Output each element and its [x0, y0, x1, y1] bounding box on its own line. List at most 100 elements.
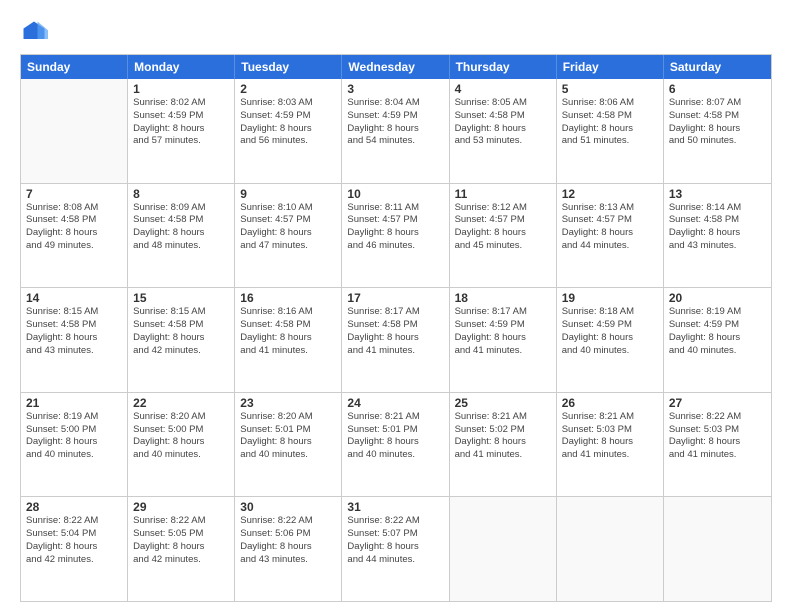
cal-cell: 12Sunrise: 8:13 AM Sunset: 4:57 PM Dayli… — [557, 184, 664, 288]
day-number: 26 — [562, 396, 658, 410]
cal-cell: 4Sunrise: 8:05 AM Sunset: 4:58 PM Daylig… — [450, 79, 557, 183]
cal-cell: 17Sunrise: 8:17 AM Sunset: 4:58 PM Dayli… — [342, 288, 449, 392]
day-info: Sunrise: 8:22 AM Sunset: 5:05 PM Dayligh… — [133, 515, 229, 566]
day-number: 11 — [455, 187, 551, 201]
day-info: Sunrise: 8:20 AM Sunset: 5:01 PM Dayligh… — [240, 411, 336, 462]
day-info: Sunrise: 8:17 AM Sunset: 4:59 PM Dayligh… — [455, 306, 551, 357]
day-number: 20 — [669, 291, 766, 305]
cal-cell: 6Sunrise: 8:07 AM Sunset: 4:58 PM Daylig… — [664, 79, 771, 183]
calendar-body: 1Sunrise: 8:02 AM Sunset: 4:59 PM Daylig… — [21, 79, 771, 601]
day-number: 21 — [26, 396, 122, 410]
day-number: 12 — [562, 187, 658, 201]
header — [20, 18, 772, 46]
cal-cell: 9Sunrise: 8:10 AM Sunset: 4:57 PM Daylig… — [235, 184, 342, 288]
cal-cell — [450, 497, 557, 601]
calendar: SundayMondayTuesdayWednesdayThursdayFrid… — [20, 54, 772, 602]
day-info: Sunrise: 8:20 AM Sunset: 5:00 PM Dayligh… — [133, 411, 229, 462]
cal-cell — [21, 79, 128, 183]
day-number: 22 — [133, 396, 229, 410]
day-number: 5 — [562, 82, 658, 96]
day-number: 29 — [133, 500, 229, 514]
day-number: 6 — [669, 82, 766, 96]
header-day-monday: Monday — [128, 55, 235, 79]
day-info: Sunrise: 8:18 AM Sunset: 4:59 PM Dayligh… — [562, 306, 658, 357]
day-info: Sunrise: 8:22 AM Sunset: 5:04 PM Dayligh… — [26, 515, 122, 566]
calendar-row-4: 21Sunrise: 8:19 AM Sunset: 5:00 PM Dayli… — [21, 392, 771, 497]
cal-cell: 3Sunrise: 8:04 AM Sunset: 4:59 PM Daylig… — [342, 79, 449, 183]
cal-cell — [557, 497, 664, 601]
day-number: 15 — [133, 291, 229, 305]
day-info: Sunrise: 8:12 AM Sunset: 4:57 PM Dayligh… — [455, 202, 551, 253]
day-info: Sunrise: 8:15 AM Sunset: 4:58 PM Dayligh… — [133, 306, 229, 357]
day-number: 14 — [26, 291, 122, 305]
day-info: Sunrise: 8:06 AM Sunset: 4:58 PM Dayligh… — [562, 97, 658, 148]
cal-cell: 19Sunrise: 8:18 AM Sunset: 4:59 PM Dayli… — [557, 288, 664, 392]
header-day-tuesday: Tuesday — [235, 55, 342, 79]
calendar-row-5: 28Sunrise: 8:22 AM Sunset: 5:04 PM Dayli… — [21, 496, 771, 601]
day-info: Sunrise: 8:11 AM Sunset: 4:57 PM Dayligh… — [347, 202, 443, 253]
cal-cell: 25Sunrise: 8:21 AM Sunset: 5:02 PM Dayli… — [450, 393, 557, 497]
day-number: 23 — [240, 396, 336, 410]
cal-cell: 26Sunrise: 8:21 AM Sunset: 5:03 PM Dayli… — [557, 393, 664, 497]
day-number: 7 — [26, 187, 122, 201]
day-number: 17 — [347, 291, 443, 305]
day-info: Sunrise: 8:14 AM Sunset: 4:58 PM Dayligh… — [669, 202, 766, 253]
day-info: Sunrise: 8:07 AM Sunset: 4:58 PM Dayligh… — [669, 97, 766, 148]
day-number: 1 — [133, 82, 229, 96]
day-info: Sunrise: 8:05 AM Sunset: 4:58 PM Dayligh… — [455, 97, 551, 148]
day-info: Sunrise: 8:22 AM Sunset: 5:07 PM Dayligh… — [347, 515, 443, 566]
cal-cell: 24Sunrise: 8:21 AM Sunset: 5:01 PM Dayli… — [342, 393, 449, 497]
cal-cell: 21Sunrise: 8:19 AM Sunset: 5:00 PM Dayli… — [21, 393, 128, 497]
cal-cell: 28Sunrise: 8:22 AM Sunset: 5:04 PM Dayli… — [21, 497, 128, 601]
cal-cell: 7Sunrise: 8:08 AM Sunset: 4:58 PM Daylig… — [21, 184, 128, 288]
calendar-row-2: 7Sunrise: 8:08 AM Sunset: 4:58 PM Daylig… — [21, 183, 771, 288]
cal-cell: 15Sunrise: 8:15 AM Sunset: 4:58 PM Dayli… — [128, 288, 235, 392]
day-number: 9 — [240, 187, 336, 201]
day-info: Sunrise: 8:16 AM Sunset: 4:58 PM Dayligh… — [240, 306, 336, 357]
day-info: Sunrise: 8:08 AM Sunset: 4:58 PM Dayligh… — [26, 202, 122, 253]
day-number: 28 — [26, 500, 122, 514]
logo-icon — [20, 18, 48, 46]
day-info: Sunrise: 8:21 AM Sunset: 5:01 PM Dayligh… — [347, 411, 443, 462]
cal-cell: 16Sunrise: 8:16 AM Sunset: 4:58 PM Dayli… — [235, 288, 342, 392]
day-number: 2 — [240, 82, 336, 96]
day-info: Sunrise: 8:17 AM Sunset: 4:58 PM Dayligh… — [347, 306, 443, 357]
day-number: 13 — [669, 187, 766, 201]
header-day-sunday: Sunday — [21, 55, 128, 79]
cal-cell: 27Sunrise: 8:22 AM Sunset: 5:03 PM Dayli… — [664, 393, 771, 497]
day-number: 27 — [669, 396, 766, 410]
calendar-row-1: 1Sunrise: 8:02 AM Sunset: 4:59 PM Daylig… — [21, 79, 771, 183]
cal-cell: 18Sunrise: 8:17 AM Sunset: 4:59 PM Dayli… — [450, 288, 557, 392]
cal-cell: 5Sunrise: 8:06 AM Sunset: 4:58 PM Daylig… — [557, 79, 664, 183]
cal-cell — [664, 497, 771, 601]
day-info: Sunrise: 8:22 AM Sunset: 5:06 PM Dayligh… — [240, 515, 336, 566]
cal-cell: 11Sunrise: 8:12 AM Sunset: 4:57 PM Dayli… — [450, 184, 557, 288]
cal-cell: 1Sunrise: 8:02 AM Sunset: 4:59 PM Daylig… — [128, 79, 235, 183]
day-number: 30 — [240, 500, 336, 514]
day-info: Sunrise: 8:13 AM Sunset: 4:57 PM Dayligh… — [562, 202, 658, 253]
day-info: Sunrise: 8:10 AM Sunset: 4:57 PM Dayligh… — [240, 202, 336, 253]
cal-cell: 22Sunrise: 8:20 AM Sunset: 5:00 PM Dayli… — [128, 393, 235, 497]
header-day-wednesday: Wednesday — [342, 55, 449, 79]
calendar-row-3: 14Sunrise: 8:15 AM Sunset: 4:58 PM Dayli… — [21, 287, 771, 392]
day-number: 25 — [455, 396, 551, 410]
day-number: 18 — [455, 291, 551, 305]
day-number: 31 — [347, 500, 443, 514]
day-info: Sunrise: 8:15 AM Sunset: 4:58 PM Dayligh… — [26, 306, 122, 357]
day-info: Sunrise: 8:19 AM Sunset: 4:59 PM Dayligh… — [669, 306, 766, 357]
day-info: Sunrise: 8:04 AM Sunset: 4:59 PM Dayligh… — [347, 97, 443, 148]
day-number: 19 — [562, 291, 658, 305]
day-number: 10 — [347, 187, 443, 201]
day-info: Sunrise: 8:02 AM Sunset: 4:59 PM Dayligh… — [133, 97, 229, 148]
cal-cell: 13Sunrise: 8:14 AM Sunset: 4:58 PM Dayli… — [664, 184, 771, 288]
cal-cell: 20Sunrise: 8:19 AM Sunset: 4:59 PM Dayli… — [664, 288, 771, 392]
day-info: Sunrise: 8:03 AM Sunset: 4:59 PM Dayligh… — [240, 97, 336, 148]
header-day-saturday: Saturday — [664, 55, 771, 79]
logo — [20, 18, 52, 46]
page: SundayMondayTuesdayWednesdayThursdayFrid… — [0, 0, 792, 612]
day-number: 24 — [347, 396, 443, 410]
cal-cell: 14Sunrise: 8:15 AM Sunset: 4:58 PM Dayli… — [21, 288, 128, 392]
day-info: Sunrise: 8:21 AM Sunset: 5:03 PM Dayligh… — [562, 411, 658, 462]
day-info: Sunrise: 8:22 AM Sunset: 5:03 PM Dayligh… — [669, 411, 766, 462]
day-number: 4 — [455, 82, 551, 96]
